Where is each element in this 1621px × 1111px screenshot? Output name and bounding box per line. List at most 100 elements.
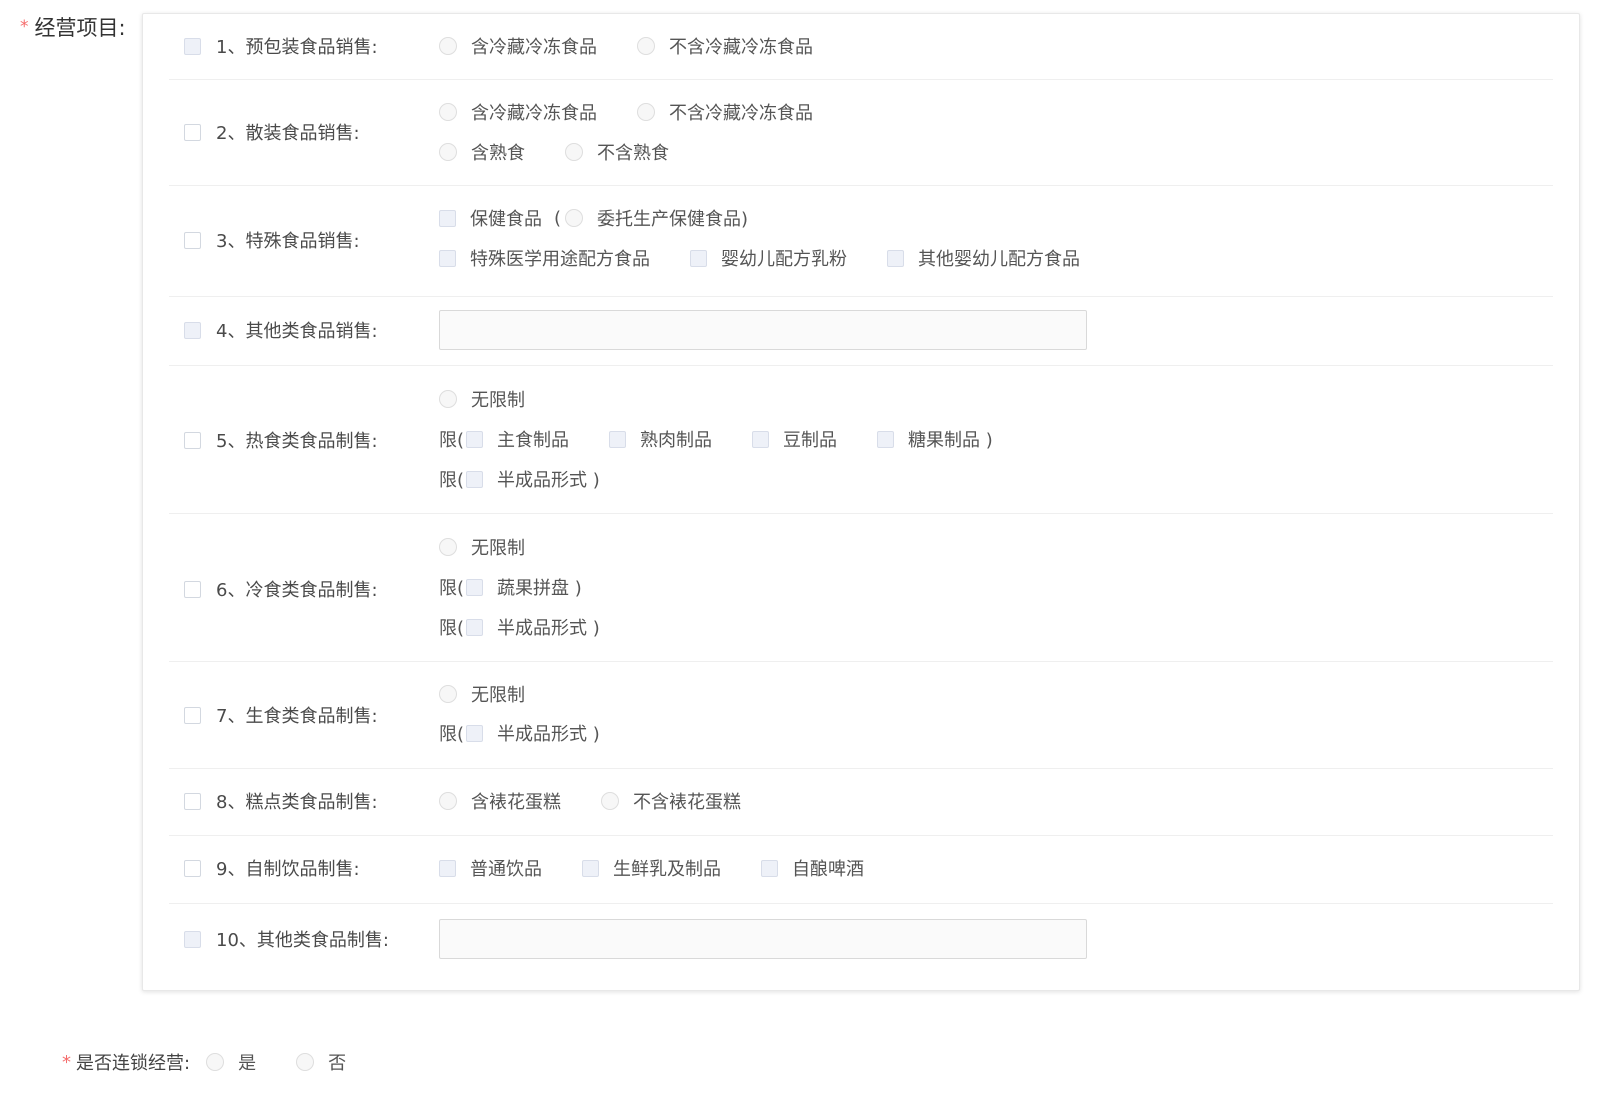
option-semi-finished[interactable]: 半成品形式 ) — [466, 614, 600, 640]
checkbox-icon[interactable] — [439, 209, 456, 227]
row-title-9: 9、自制饮品制售: — [216, 859, 360, 880]
row-checkbox-6[interactable] — [184, 580, 201, 598]
option-without-cooked-food[interactable]: 不含熟食 — [565, 139, 669, 165]
row-title-5: 5、热食类食品制售: — [216, 431, 378, 452]
option-unlimited[interactable]: 无限制 — [439, 534, 525, 560]
row-prepackaged-food-sales: 1、预包装食品销售: 含冷藏冷冻食品 不含冷藏冷冻食品 — [169, 14, 1553, 80]
option-semi-finished[interactable]: 半成品形式 ) — [466, 466, 600, 492]
limit-prefix: 限( — [439, 724, 465, 745]
radio-icon[interactable] — [565, 209, 584, 227]
radio-icon[interactable] — [439, 538, 457, 556]
option-staple-food[interactable]: 主食制品 — [466, 426, 569, 452]
row-pastry-production: 8、糕点类食品制售: 含裱花蛋糕 不含裱花蛋糕 — [169, 768, 1553, 836]
radio-icon[interactable] — [439, 103, 457, 121]
row-title-7: 7、生食类食品制售: — [216, 706, 378, 727]
limit-prefix: 限( — [439, 470, 465, 491]
row-other-food-production: 10、其他类食品制售: — [169, 903, 1553, 983]
limit-prefix: 限( — [439, 618, 465, 639]
checkbox-icon[interactable] — [439, 249, 456, 267]
checkbox-icon[interactable] — [609, 430, 627, 448]
radio-icon[interactable] — [439, 390, 457, 408]
checkbox-icon[interactable] — [466, 724, 484, 742]
option-without-cold-storage[interactable]: 不含冷藏冷冻食品 — [637, 33, 813, 59]
checkbox-icon[interactable] — [466, 578, 484, 596]
option-infant-formula-milk[interactable]: 婴幼儿配方乳粉 — [690, 245, 847, 271]
required-mark: * — [62, 1051, 71, 1073]
option-contract-health-food[interactable]: 委托生产保健食品) — [565, 205, 748, 231]
limit-prefix: 限( — [439, 430, 465, 451]
option-with-cold-storage[interactable]: 含冷藏冷冻食品 — [439, 99, 597, 125]
row-checkbox-3[interactable] — [184, 231, 201, 249]
other-food-sales-input[interactable] — [439, 310, 1087, 350]
checkbox-icon[interactable] — [752, 430, 770, 448]
option-semi-finished[interactable]: 半成品形式 ) — [466, 720, 600, 746]
row-cold-food-production: 6、冷食类食品制售: 无限制 限( 蔬果拼盘 ) 限( 半成品形式 ) — [169, 513, 1553, 662]
row-title-1: 1、预包装食品销售: — [216, 37, 378, 58]
option-medical-formula-food[interactable]: 特殊医学用途配方食品 — [439, 245, 650, 271]
row-title-6: 6、冷食类食品制售: — [216, 580, 378, 601]
radio-icon[interactable] — [206, 1053, 225, 1071]
row-hot-food-production: 5、热食类食品制售: 无限制 限( 主食制品 熟肉制品 豆制品 糖果制品 ) 限… — [169, 365, 1553, 514]
option-regular-drinks[interactable]: 普通饮品 — [439, 855, 542, 881]
chain-operation-field: * 是否连锁经营: 是 否 — [62, 1049, 346, 1075]
checkbox-icon[interactable] — [582, 859, 599, 877]
row-homemade-drinks: 9、自制饮品制售: 普通饮品 生鲜乳及制品 自酿啤酒 — [169, 835, 1553, 904]
radio-icon[interactable] — [296, 1053, 315, 1071]
row-bulk-food-sales: 2、散装食品销售: 含冷藏冷冻食品 不含冷藏冷冻食品 含熟食 不含熟食 — [169, 79, 1553, 186]
radio-icon[interactable] — [565, 143, 583, 161]
option-unlimited[interactable]: 无限制 — [439, 681, 525, 707]
business-items-panel: 1、预包装食品销售: 含冷藏冷冻食品 不含冷藏冷冻食品 2、散装食品销售: 含冷… — [142, 13, 1580, 991]
checkbox-icon[interactable] — [690, 249, 707, 267]
option-bean-products[interactable]: 豆制品 — [752, 426, 837, 452]
radio-icon[interactable] — [439, 37, 457, 55]
row-checkbox-4[interactable] — [184, 321, 201, 339]
row-other-food-sales: 4、其他类食品销售: — [169, 296, 1553, 366]
row-checkbox-2[interactable] — [184, 123, 201, 141]
option-with-decorated-cake[interactable]: 含裱花蛋糕 — [439, 788, 561, 814]
row-title-10: 10、其他类食品制售: — [216, 930, 389, 951]
other-food-production-input[interactable] — [439, 919, 1087, 959]
radio-icon[interactable] — [637, 103, 655, 121]
option-cooked-meat[interactable]: 熟肉制品 — [609, 426, 712, 452]
row-special-food-sales: 3、特殊食品销售: 保健食品 ( 委托生产保健食品) 特殊医学用途配方食品 婴幼… — [169, 185, 1553, 297]
radio-icon[interactable] — [439, 685, 457, 703]
option-other-infant-formula[interactable]: 其他婴幼儿配方食品 — [887, 245, 1080, 271]
option-candy-products[interactable]: 糖果制品 ) — [877, 426, 993, 452]
row-checkbox-1[interactable] — [184, 37, 201, 55]
option-with-cooked-food[interactable]: 含熟食 — [439, 139, 525, 165]
row-checkbox-10[interactable] — [184, 930, 201, 948]
checkbox-icon[interactable] — [439, 859, 456, 877]
row-title-4: 4、其他类食品销售: — [216, 321, 378, 342]
checkbox-icon[interactable] — [466, 430, 484, 448]
row-title-3: 3、特殊食品销售: — [216, 231, 360, 252]
radio-icon[interactable] — [637, 37, 655, 55]
checkbox-icon[interactable] — [466, 470, 484, 488]
option-chain-yes[interactable]: 是 — [206, 1049, 256, 1075]
option-fresh-milk-products[interactable]: 生鲜乳及制品 — [582, 855, 721, 881]
checkbox-icon[interactable] — [761, 859, 778, 877]
row-checkbox-7[interactable] — [184, 706, 201, 724]
radio-icon[interactable] — [601, 792, 619, 810]
option-fruit-platter[interactable]: 蔬果拼盘 ) — [466, 574, 582, 600]
option-chain-no[interactable]: 否 — [296, 1049, 346, 1075]
row-checkbox-8[interactable] — [184, 792, 201, 810]
checkbox-icon[interactable] — [466, 618, 484, 636]
radio-icon[interactable] — [439, 792, 457, 810]
checkbox-icon[interactable] — [887, 249, 904, 267]
option-without-cold-storage[interactable]: 不含冷藏冷冻食品 — [637, 99, 813, 125]
required-mark: * — [20, 17, 29, 37]
option-homebrew-beer[interactable]: 自酿啤酒 — [761, 855, 864, 881]
chain-operation-label: 是否连锁经营: — [76, 1053, 191, 1074]
paren-open: ( — [554, 207, 562, 229]
business-items-label: * 经营项目: — [20, 12, 126, 42]
checkbox-icon[interactable] — [877, 430, 895, 448]
row-checkbox-9[interactable] — [184, 859, 201, 877]
row-checkbox-5[interactable] — [184, 431, 201, 449]
option-without-decorated-cake[interactable]: 不含裱花蛋糕 — [601, 788, 741, 814]
radio-icon[interactable] — [439, 143, 457, 161]
option-with-cold-storage[interactable]: 含冷藏冷冻食品 — [439, 33, 597, 59]
row-title-2: 2、散装食品销售: — [216, 123, 360, 144]
option-health-food[interactable]: 保健食品 — [439, 205, 542, 231]
option-unlimited[interactable]: 无限制 — [439, 386, 525, 412]
limit-prefix: 限( — [439, 578, 465, 599]
